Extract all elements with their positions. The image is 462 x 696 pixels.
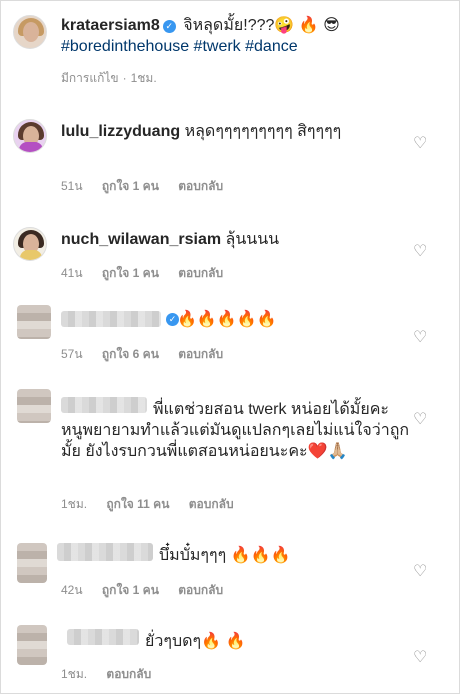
edited-label: มีการแก้ไข bbox=[61, 71, 119, 85]
comment-item: ✓ 🔥🔥🔥🔥🔥 ♡ 57น ถูกใจ 6 คน ตอบกลับ bbox=[13, 303, 449, 365]
comment-likes[interactable]: ถูกใจ 11 คน bbox=[106, 497, 169, 511]
comment-text-block: nuch_wilawan_rsiam ลุ้นนนน bbox=[61, 229, 411, 250]
comment-meta: 1ชม. ถูกใจ 11 คน ตอบกลับ bbox=[61, 495, 250, 514]
comment-likes[interactable]: ถูกใจ 1 คน bbox=[102, 266, 159, 280]
comment-text-block: 🔥🔥🔥🔥🔥 bbox=[177, 309, 377, 330]
username-redacted bbox=[57, 543, 153, 561]
comment-likes[interactable]: ถูกใจ 6 คน bbox=[102, 347, 159, 361]
comment-text: 🔥🔥🔥🔥🔥 bbox=[177, 311, 277, 328]
caption-text: จิหลุดมั้ย!???🤪 🔥 😎 bbox=[183, 17, 340, 34]
heart-outline-icon[interactable]: ♡ bbox=[413, 244, 427, 260]
comment-text: พี่แตช่วยสอน twerk หน่อยได้มั้ยคะ หนูพยา… bbox=[61, 401, 410, 460]
caption-text-block: krataersiam8 ✓ จิหลุดมั้ย!???🤪 🔥 😎 #bored… bbox=[61, 15, 451, 57]
caption-username[interactable]: krataersiam8 bbox=[61, 17, 160, 34]
comment-item: ยั่วๆบดๆ🔥 🔥 ♡ 1ชม. ตอบกลับ bbox=[13, 623, 449, 685]
post-caption: krataersiam8 ✓ จิหลุดมั้ย!???🤪 🔥 😎 #bored… bbox=[13, 13, 449, 101]
reply-button[interactable]: ตอบกลับ bbox=[178, 266, 223, 280]
reply-button[interactable]: ตอบกลับ bbox=[189, 497, 234, 511]
caption-meta: มีการแก้ไข · 1ชม. bbox=[61, 71, 157, 85]
comment-time[interactable]: 51น bbox=[61, 179, 83, 193]
avatar[interactable] bbox=[13, 227, 47, 261]
comment-item: พี่แตช่วยสอน twerk หน่อยได้มั้ยคะ หนูพยา… bbox=[13, 389, 449, 515]
comment-time[interactable]: 1ชม. bbox=[61, 497, 87, 511]
caption-hashtags[interactable]: #boredinthehouse #twerk #dance bbox=[61, 38, 298, 55]
caption-time[interactable]: 1ชม. bbox=[131, 71, 157, 85]
comment-time[interactable]: 57น bbox=[61, 347, 83, 361]
username-redacted bbox=[67, 629, 139, 645]
heart-outline-icon[interactable]: ♡ bbox=[413, 650, 427, 666]
reply-button[interactable]: ตอบกลับ bbox=[106, 667, 151, 681]
reply-button[interactable]: ตอบกลับ bbox=[178, 347, 223, 361]
comment-meta: 51น ถูกใจ 1 คน ตอบกลับ bbox=[61, 177, 239, 196]
avatar[interactable] bbox=[17, 305, 51, 339]
avatar[interactable] bbox=[13, 119, 47, 153]
avatar[interactable] bbox=[17, 389, 51, 423]
comment-time[interactable]: 41น bbox=[61, 266, 83, 280]
comment-item: nuch_wilawan_rsiam ลุ้นนนน ♡ 41น ถูกใจ 1… bbox=[13, 227, 449, 287]
post-comments-panel: krataersiam8 ✓ จิหลุดมั้ย!???🤪 🔥 😎 #bored… bbox=[0, 0, 460, 694]
heart-outline-icon[interactable]: ♡ bbox=[413, 564, 427, 580]
heart-outline-icon[interactable]: ♡ bbox=[413, 412, 427, 428]
comment-time[interactable]: 1ชม. bbox=[61, 667, 87, 681]
comment-text-block: พี่แตช่วยสอน twerk หน่อยได้มั้ยคะ หนูพยา… bbox=[61, 399, 411, 462]
comment-meta: 1ชม. ตอบกลับ bbox=[61, 665, 167, 684]
avatar[interactable] bbox=[17, 625, 47, 665]
comment-username[interactable]: nuch_wilawan_rsiam bbox=[61, 231, 221, 248]
reply-button[interactable]: ตอบกลับ bbox=[178, 179, 223, 193]
comment-meta: 41น ถูกใจ 1 คน ตอบกลับ bbox=[61, 264, 239, 283]
comment-text: หลุดๆๆๆๆๆๆๆๆๆ สิๆๆๆๆ bbox=[184, 123, 342, 140]
comment-text-block: ยั่วๆบดๆ🔥 🔥 bbox=[145, 631, 365, 652]
comment-time[interactable]: 42น bbox=[61, 583, 83, 597]
comment-text: บึ๋มบั๋มๆๆๆ 🔥🔥🔥 bbox=[159, 547, 291, 564]
heart-outline-icon[interactable]: ♡ bbox=[413, 136, 427, 152]
comment-meta: 57น ถูกใจ 6 คน ตอบกลับ bbox=[61, 345, 239, 364]
heart-outline-icon[interactable]: ♡ bbox=[413, 330, 427, 346]
comment-text-block: lulu_lizzyduang หลุดๆๆๆๆๆๆๆๆๆ สิๆๆๆๆ bbox=[61, 121, 411, 142]
comment-meta: 42น ถูกใจ 1 คน ตอบกลับ bbox=[61, 581, 239, 600]
comment-text-block: บึ๋มบั๋มๆๆๆ 🔥🔥🔥 bbox=[159, 545, 379, 566]
comment-likes[interactable]: ถูกใจ 1 คน bbox=[102, 583, 159, 597]
comment-item: บึ๋มบั๋มๆๆๆ 🔥🔥🔥 ♡ 42น ถูกใจ 1 คน ตอบกลับ bbox=[13, 537, 449, 599]
avatar[interactable] bbox=[13, 15, 47, 49]
comment-likes[interactable]: ถูกใจ 1 คน bbox=[102, 179, 159, 193]
avatar[interactable] bbox=[17, 543, 47, 583]
comment-username[interactable]: lulu_lizzyduang bbox=[61, 123, 180, 140]
comment-text: ลุ้นนนน bbox=[225, 231, 280, 248]
verified-badge-icon: ✓ bbox=[162, 20, 176, 33]
reply-button[interactable]: ตอบกลับ bbox=[178, 583, 223, 597]
comment-item: lulu_lizzyduang หลุดๆๆๆๆๆๆๆๆๆ สิๆๆๆๆ ♡ 5… bbox=[13, 119, 449, 199]
username-redacted bbox=[61, 311, 161, 327]
comment-text: ยั่วๆบดๆ🔥 🔥 bbox=[145, 633, 246, 650]
